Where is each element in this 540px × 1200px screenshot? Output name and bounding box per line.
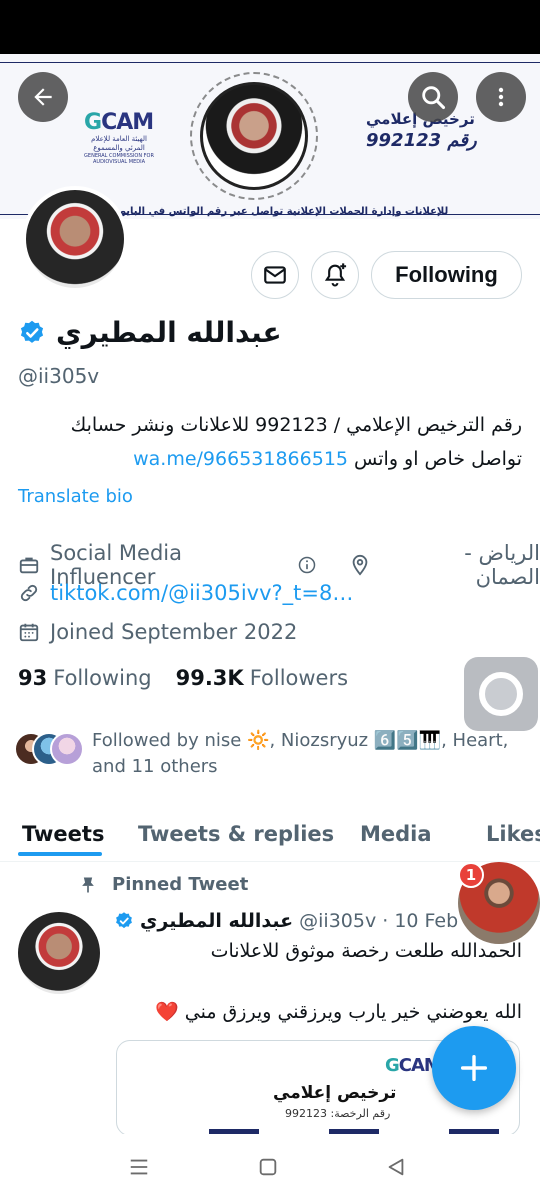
follow-counts: 93 Following 99.3K Followers [18, 666, 348, 690]
verified-badge-icon [116, 912, 132, 929]
briefcase-icon [19, 557, 39, 574]
banner-portrait [200, 82, 308, 190]
bell-plus-icon [324, 263, 347, 287]
compose-tweet-button[interactable] [432, 1026, 516, 1110]
profile-joined-date: Joined September 2022 [50, 620, 298, 644]
location-pin-icon [352, 554, 367, 576]
profile-location: الرياض - الصمان [464, 541, 540, 589]
notification-count-badge: 1 [458, 862, 484, 888]
name-row: عبدالله المطيري [18, 316, 282, 349]
tweet-text-line-1: الحمدالله طلعت رخصة موثوق للاعلانات [210, 940, 522, 962]
notify-button[interactable] [311, 251, 359, 299]
search-icon [422, 86, 446, 110]
info-icon[interactable] [297, 555, 317, 575]
verified-badge-icon [20, 320, 44, 343]
profile-name: عبدالله المطيري [56, 316, 282, 349]
profile-website-link[interactable]: tiktok.com/@ii305ivv?_t=8… [50, 581, 353, 605]
tab-likes[interactable]: Likes [486, 806, 540, 862]
followers-count-link[interactable]: 99.3K Followers [176, 666, 348, 690]
translate-bio-link[interactable]: Translate bio [18, 486, 133, 507]
followed-by-avatars [14, 732, 88, 768]
gcam-logo: GCAM الهيئة العامة للإعلام المرئي والمسم… [84, 110, 154, 165]
back-button[interactable] [18, 72, 68, 122]
profile-avatar[interactable] [22, 186, 128, 292]
system-back-button[interactable] [385, 1156, 407, 1182]
assist-ring-icon [479, 672, 523, 716]
pin-icon [82, 877, 94, 892]
link-icon [20, 584, 38, 602]
banner-rule [0, 62, 540, 63]
status-bar [0, 0, 540, 54]
tweet-author-name[interactable]: عبدالله المطيري [140, 910, 293, 932]
card-subtitle: رقم الرخصة: 992123 [285, 1107, 391, 1120]
more-vertical-icon [498, 87, 504, 107]
gcam-arabic-text: الهيئة العامة للإعلام المرئي والمسموع [91, 135, 147, 152]
home-button[interactable] [257, 1156, 279, 1182]
gcam-english-text: GENERAL COMMISSION FOR AUDIOVISUAL MEDIA [84, 153, 154, 165]
following-button[interactable]: Following [371, 251, 522, 299]
envelope-icon [264, 266, 286, 284]
triangle-back-icon [388, 1158, 404, 1176]
followed-by-text: Followed by nise 🔆, Niozsryuz 6️⃣5️⃣🎹, H… [92, 730, 509, 777]
system-nav-bar [0, 1134, 540, 1200]
tweet-header: عبدالله المطيري @ii305v · 10 Feb [114, 910, 458, 932]
active-tab-indicator [18, 852, 102, 856]
floating-assist-button[interactable] [464, 657, 538, 731]
whatsapp-link[interactable]: wa.me/966531866515 [133, 448, 348, 470]
profile-website-row: tiktok.com/@ii305ivv?_t=8… [18, 581, 353, 605]
search-button[interactable] [408, 72, 458, 122]
tweet-text-line-2: الله يعوضني خير يارب ويرزقني ويرزق مني ❤… [155, 1001, 522, 1023]
profile-bio: رقم الترخيص الإعلامي / 992123 للاعلانات … [18, 408, 522, 476]
bio-line-2: تواصل خاص او واتس wa.me/966531866515 [133, 448, 522, 470]
pinned-tweet-label: Pinned Tweet [112, 874, 249, 895]
square-icon [259, 1158, 277, 1176]
profile-joined-row: Joined September 2022 [18, 620, 297, 644]
calendar-icon [19, 623, 39, 642]
plus-icon [460, 1054, 488, 1082]
pinned-label-row: Pinned Tweet [78, 874, 248, 895]
recents-button[interactable] [128, 1156, 150, 1182]
tab-tweets-replies[interactable]: Tweets & replies [138, 806, 334, 862]
following-count-link[interactable]: 93 Following [18, 666, 152, 690]
message-button[interactable] [251, 251, 299, 299]
banner-license-number: رقم 992123 [366, 130, 477, 151]
tweet-author-avatar[interactable] [18, 912, 100, 994]
menu-lines-icon [130, 1159, 148, 1175]
bio-line-1: رقم الترخيص الإعلامي / 992123 للاعلانات … [70, 414, 522, 436]
tab-media[interactable]: Media [360, 806, 432, 862]
arrow-left-icon [34, 88, 52, 106]
more-button[interactable] [476, 72, 526, 122]
tweet-author-meta: @ii305v · 10 Feb [299, 910, 459, 932]
avatar [50, 732, 84, 766]
profile-handle: @ii305v [18, 364, 100, 388]
banner-strip-text: للإعلانات وإدارة الحملات الإعلانية تواصل… [120, 206, 449, 217]
card-title: ترخيص إعلامي [273, 1083, 397, 1103]
